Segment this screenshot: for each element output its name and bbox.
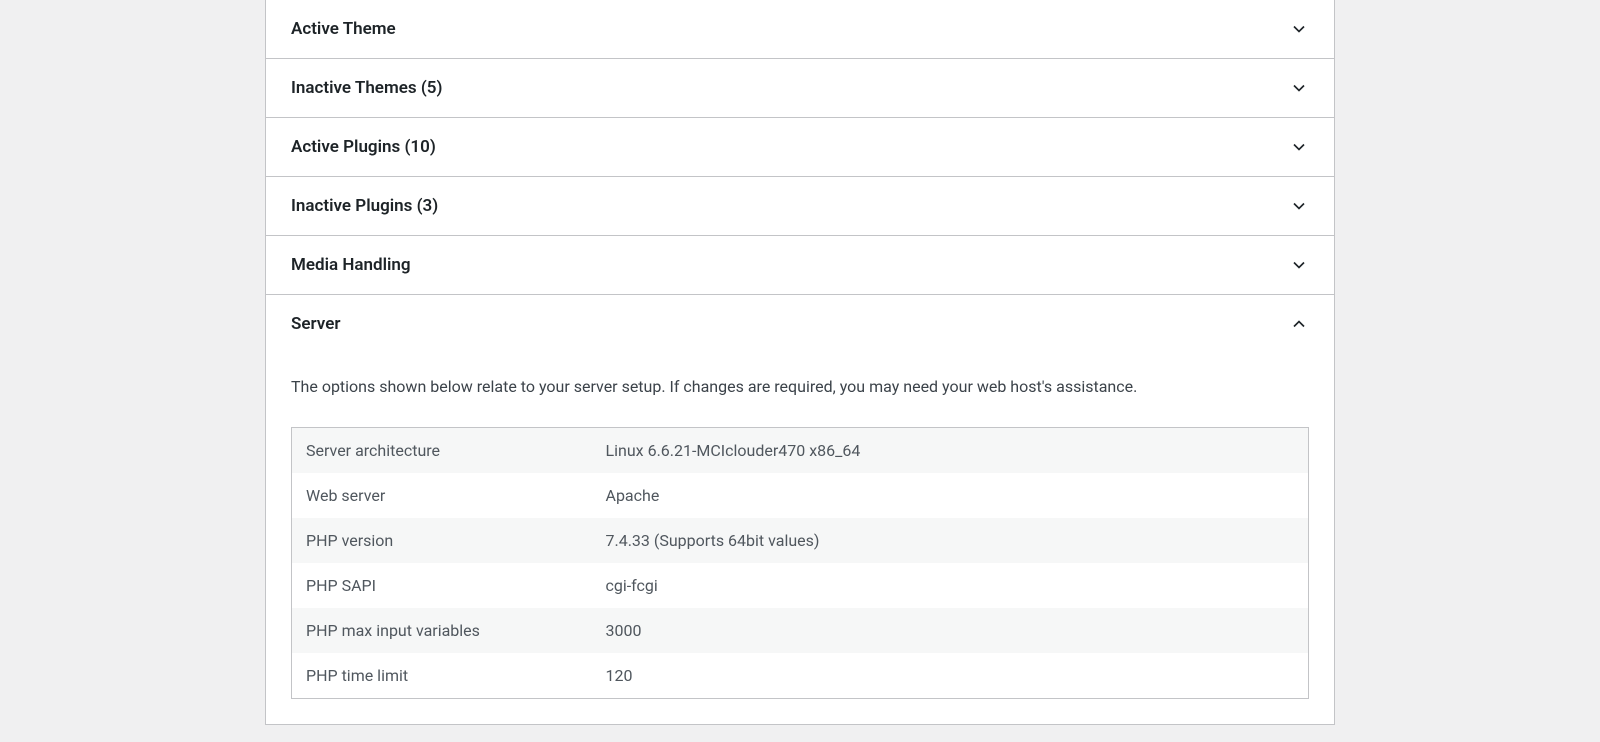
info-value: Linux 6.6.21-MCIclouder470 x86_64 xyxy=(592,428,1309,474)
info-value: cgi-fcgi xyxy=(592,563,1309,608)
info-value: 7.4.33 (Supports 64bit values) xyxy=(592,518,1309,563)
table-row: Server architectureLinux 6.6.21-MCIcloud… xyxy=(292,428,1309,474)
site-health-info-panel: Active Theme Inactive Themes (5) Active … xyxy=(265,0,1335,725)
table-row: PHP SAPIcgi-fcgi xyxy=(292,563,1309,608)
accordion-title: Active Plugins (10) xyxy=(291,137,436,157)
chevron-down-icon xyxy=(1289,78,1309,98)
chevron-down-icon xyxy=(1289,255,1309,275)
info-label: PHP time limit xyxy=(292,653,592,699)
accordion-media-handling: Media Handling xyxy=(266,236,1334,295)
accordion-title: Server xyxy=(291,314,340,334)
accordion-toggle-active-plugins[interactable]: Active Plugins (10) xyxy=(266,118,1334,176)
accordion-active-plugins: Active Plugins (10) xyxy=(266,118,1334,177)
accordion-title: Media Handling xyxy=(291,255,411,275)
server-info-table: Server architectureLinux 6.6.21-MCIcloud… xyxy=(291,427,1309,699)
accordion-toggle-inactive-themes[interactable]: Inactive Themes (5) xyxy=(266,59,1334,117)
accordion-toggle-media-handling[interactable]: Media Handling xyxy=(266,236,1334,294)
table-row: Web serverApache xyxy=(292,473,1309,518)
accordion-active-theme: Active Theme xyxy=(266,0,1334,59)
info-value: 3000 xyxy=(592,608,1309,653)
info-label: Web server xyxy=(292,473,592,518)
chevron-down-icon xyxy=(1289,19,1309,39)
info-label: PHP SAPI xyxy=(292,563,592,608)
info-label: Server architecture xyxy=(292,428,592,474)
accordion-title: Inactive Themes (5) xyxy=(291,78,442,98)
table-row: PHP time limit120 xyxy=(292,653,1309,699)
table-row: PHP version7.4.33 (Supports 64bit values… xyxy=(292,518,1309,563)
accordion-server: Server The options shown below relate to… xyxy=(266,295,1334,725)
info-value: Apache xyxy=(592,473,1309,518)
accordion-toggle-server[interactable]: Server xyxy=(266,295,1334,353)
server-description: The options shown below relate to your s… xyxy=(291,375,1309,399)
info-label: PHP max input variables xyxy=(292,608,592,653)
accordion-toggle-active-theme[interactable]: Active Theme xyxy=(266,0,1334,58)
info-label: PHP version xyxy=(292,518,592,563)
accordion-title: Inactive Plugins (3) xyxy=(291,196,438,216)
info-value: 120 xyxy=(592,653,1309,699)
accordion-inactive-plugins: Inactive Plugins (3) xyxy=(266,177,1334,236)
accordion-title: Active Theme xyxy=(291,19,396,39)
chevron-up-icon xyxy=(1289,314,1309,334)
table-row: PHP max input variables3000 xyxy=(292,608,1309,653)
accordion-body-server: The options shown below relate to your s… xyxy=(266,375,1334,724)
accordion-inactive-themes: Inactive Themes (5) xyxy=(266,59,1334,118)
chevron-down-icon xyxy=(1289,137,1309,157)
accordion-toggle-inactive-plugins[interactable]: Inactive Plugins (3) xyxy=(266,177,1334,235)
chevron-down-icon xyxy=(1289,196,1309,216)
